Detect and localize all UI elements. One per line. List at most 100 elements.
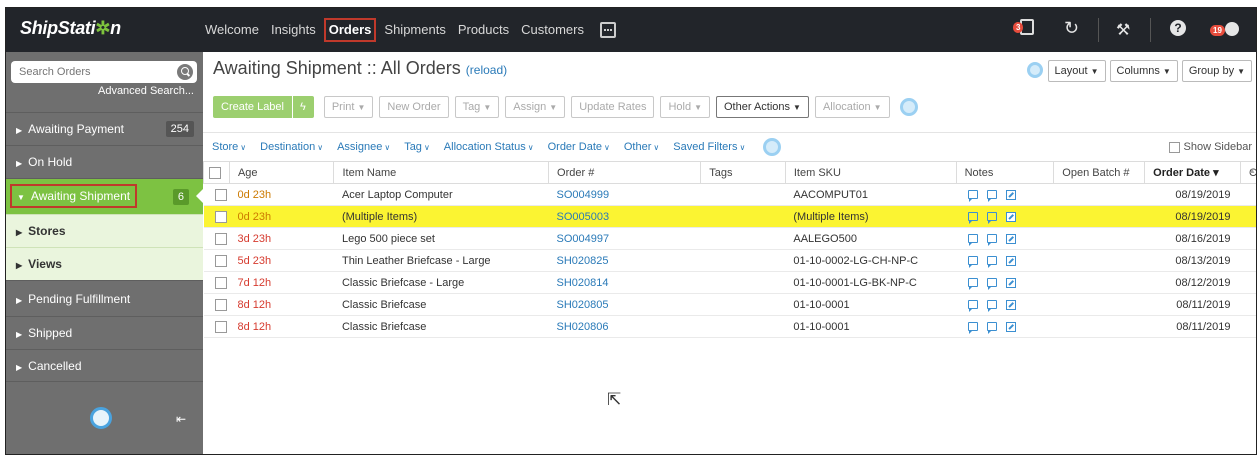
internal-note-icon[interactable] — [987, 322, 998, 335]
select-all-header[interactable] — [203, 161, 230, 184]
order-number-link[interactable]: SH020806 — [548, 315, 701, 338]
order-number-link[interactable]: SO005003 — [548, 205, 701, 228]
tag-button[interactable]: Tag ▼ — [454, 96, 500, 118]
profile-icon[interactable]: 19 — [1210, 20, 1240, 38]
search-orders-input[interactable] — [19, 62, 169, 82]
group-by-button[interactable]: Group by ▼ — [1181, 60, 1252, 82]
edit-order-icon[interactable] — [1006, 233, 1017, 244]
nav-item-shipments[interactable]: Shipments — [380, 18, 449, 42]
internal-note-icon[interactable] — [987, 278, 998, 291]
order-number-link[interactable]: SH020814 — [548, 271, 701, 294]
customer-note-icon[interactable] — [968, 300, 979, 313]
customer-note-icon[interactable] — [968, 212, 979, 225]
table-row[interactable]: 7d 12h Classic Briefcase - Large SH020814 0… — [203, 271, 1256, 294]
scroll-up-arrow-icon[interactable]: ▲ — [1248, 166, 1256, 175]
new-order-button[interactable]: New Order — [379, 96, 449, 118]
help-beacon-icon[interactable] — [899, 98, 918, 116]
columns-button[interactable]: Columns ▼ — [1109, 60, 1178, 82]
layout-button[interactable]: Layout ▼ — [1047, 60, 1106, 82]
edit-order-icon[interactable] — [1006, 189, 1017, 200]
search-icon[interactable] — [177, 64, 193, 80]
row-select-cell[interactable] — [203, 227, 230, 250]
sidebar-item-awaiting-shipment[interactable]: ▼ Awaiting Shipment 6 — [6, 178, 204, 214]
edit-order-icon[interactable] — [1006, 277, 1017, 288]
sidebar-item-on-hold[interactable]: ▶ On Hold — [6, 145, 203, 178]
row-select-cell[interactable] — [203, 293, 230, 316]
show-sidebar-checkbox[interactable] — [1168, 141, 1180, 153]
nav-item-products[interactable]: Products — [454, 18, 513, 42]
row-checkbox[interactable] — [214, 232, 227, 245]
sidebar-item-pending-fulfillment[interactable]: ▶ Pending Fulfillment — [6, 280, 203, 316]
show-sidebar-toggle[interactable]: Show Sidebar — [1168, 141, 1252, 153]
order-number-link[interactable]: SO004997 — [548, 227, 701, 250]
row-select-cell[interactable] — [203, 249, 230, 272]
sidebar-item-shipped[interactable]: ▶ Shipped — [6, 316, 203, 349]
row-checkbox[interactable] — [214, 210, 227, 223]
customer-note-icon[interactable] — [968, 190, 979, 203]
table-row[interactable]: 3d 23h Lego 500 piece set SO004997 AALEGO50… — [203, 227, 1256, 250]
edit-order-icon[interactable] — [1006, 321, 1017, 332]
table-row[interactable]: 0d 23h Acer Laptop Computer SO004999 AACOMP… — [203, 183, 1256, 206]
column-header-7[interactable]: Order Date ▾ — [1144, 161, 1241, 184]
sidebar-item-cancelled[interactable]: ▶ Cancelled — [6, 349, 203, 382]
filter-destination[interactable]: Destination ∨ — [260, 141, 323, 153]
filter-assignee[interactable]: Assignee ∨ — [337, 141, 390, 153]
column-header-3[interactable]: Tags — [700, 161, 786, 184]
create-label-button[interactable]: Create Label ϟ — [213, 96, 314, 118]
filter-saved-filters[interactable]: Saved Filters ∨ — [673, 141, 745, 153]
help-icon[interactable]: ? — [1170, 20, 1186, 36]
row-checkbox[interactable] — [214, 276, 227, 289]
table-row[interactable]: 5d 23h Thin Leather Briefcase - Large SH02… — [203, 249, 1256, 272]
table-row[interactable]: 8d 12h Classic Briefcase SH020806 01-10-000… — [203, 315, 1256, 338]
help-beacon-icon[interactable] — [90, 407, 112, 429]
lightning-icon[interactable]: ϟ — [292, 96, 306, 118]
customer-note-icon[interactable] — [968, 322, 979, 335]
calculator-icon[interactable] — [600, 22, 616, 38]
column-header-4[interactable]: Item SKU — [784, 161, 957, 184]
column-header-1[interactable]: Item Name — [333, 161, 550, 184]
order-number-link[interactable]: SH020825 — [548, 249, 701, 272]
logo[interactable]: ShipStati✲n — [20, 18, 121, 39]
table-row[interactable]: 8d 12h Classic Briefcase SH020805 01-10-000… — [203, 293, 1256, 316]
row-select-cell[interactable] — [203, 205, 230, 228]
column-header-6[interactable]: Open Batch # — [1053, 161, 1146, 184]
row-checkbox[interactable] — [214, 188, 227, 201]
nav-item-customers[interactable]: Customers — [517, 18, 588, 42]
row-select-cell[interactable] — [203, 315, 230, 338]
row-checkbox[interactable] — [214, 298, 227, 311]
customer-note-icon[interactable] — [968, 278, 979, 291]
row-checkbox[interactable] — [214, 320, 227, 333]
table-row[interactable]: 0d 23h (Multiple Items) SO005003 (Multiple … — [203, 205, 1256, 228]
column-header-0[interactable]: Age — [228, 161, 335, 184]
sidebar-subitem-stores[interactable]: ▶ Stores — [6, 214, 203, 247]
notifications-icon[interactable]: 3 — [1013, 19, 1034, 35]
column-header-5[interactable]: Notes — [955, 161, 1055, 184]
select-all-checkbox[interactable] — [209, 166, 221, 179]
filter-tag[interactable]: Tag ∨ — [404, 141, 430, 153]
allocation-button[interactable]: Allocation ▼ — [814, 96, 890, 118]
tools-icon[interactable]: ⚒ — [1116, 20, 1130, 40]
print-button[interactable]: Print ▼ — [323, 96, 374, 118]
internal-note-icon[interactable] — [987, 256, 998, 269]
nav-item-insights[interactable]: Insights — [267, 18, 320, 42]
filter-other[interactable]: Other ∨ — [624, 141, 659, 153]
hold-button[interactable]: Hold ▼ — [660, 96, 710, 118]
row-select-cell[interactable] — [203, 271, 230, 294]
internal-note-icon[interactable] — [987, 234, 998, 247]
refresh-icon[interactable]: ↻ — [1064, 18, 1079, 39]
filter-order-date[interactable]: Order Date ∨ — [548, 141, 610, 153]
update-rates-button[interactable]: Update Rates — [571, 96, 655, 118]
order-number-link[interactable]: SH020805 — [548, 293, 701, 316]
help-beacon-icon[interactable] — [1027, 62, 1043, 78]
edit-order-icon[interactable] — [1006, 255, 1017, 266]
order-number-link[interactable]: SO004999 — [548, 183, 701, 206]
row-checkbox[interactable] — [214, 254, 227, 267]
assign-button[interactable]: Assign ▼ — [505, 96, 566, 118]
customer-note-icon[interactable] — [968, 256, 979, 269]
other-actions-button[interactable]: Other Actions ▼ — [716, 96, 809, 118]
sidebar-item-awaiting-payment[interactable]: ▶ Awaiting Payment 254 — [6, 112, 203, 145]
edit-order-icon[interactable] — [1006, 211, 1017, 222]
advanced-search-link[interactable]: Advanced Search... — [98, 85, 194, 97]
internal-note-icon[interactable] — [987, 190, 998, 203]
help-beacon-icon[interactable] — [763, 137, 782, 156]
